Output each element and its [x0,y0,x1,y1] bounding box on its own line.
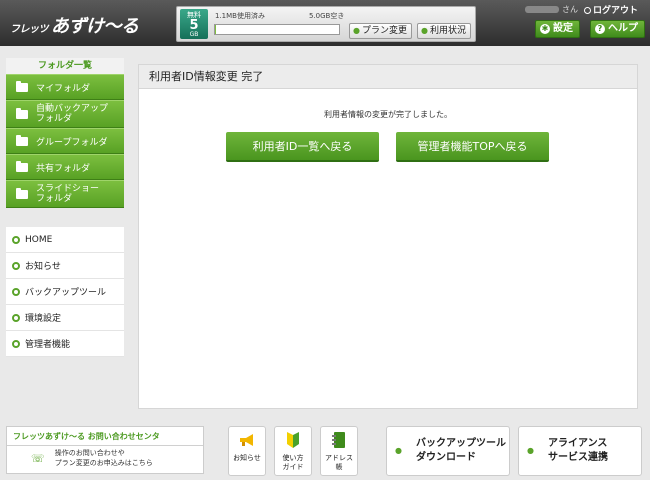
nav-item-environment-settings[interactable]: 環境設定 [6,305,124,331]
folder-label: グループフォルダ [36,137,108,148]
bullet-icon [12,261,20,270]
user-guide-label-2: ガイド [282,463,304,471]
question-icon: ? [595,24,605,34]
nav-item-home[interactable]: HOME [6,227,124,253]
arrow-right-icon: ● [353,26,360,35]
folder-label: 共有フォルダ [36,163,91,174]
alliance-service-text: アライアンス サービス連携 [548,437,608,465]
address-book-icon [332,432,345,448]
plan-change-label: プラン変更 [361,26,407,36]
user-name: さん [525,4,578,15]
logout-link[interactable]: ログアウト [583,3,638,16]
folder-label: マイフォルダ [36,83,91,94]
folder-icon [16,80,28,92]
nav-item-news[interactable]: お知らせ [6,253,124,279]
contact-line-1: 操作のお問い合わせや [54,449,125,457]
address-book-label-1: アドレス [325,454,353,462]
bullet-icon [12,287,20,296]
address-book-label-2: 帳 [335,463,343,471]
alliance-label-2: サービス連携 [547,452,608,463]
bullet-icon: ● [395,446,402,455]
logo-prefix: フレッツ [10,24,49,35]
backup-tool-download-button[interactable]: ● バックアップツール ダウンロード [386,426,510,476]
page-title: 利用者ID情報変更 完了 [139,65,637,89]
nav-item-admin[interactable]: 管理者機能 [6,331,124,357]
back-to-user-list-button[interactable]: 利用者ID一覧へ戻る [226,132,379,162]
contact-center-title: フレッツあずけ〜る お問い合わせセンタ [7,427,203,446]
alliance-label-1: アライアンス [547,438,608,449]
contact-line-2: プラン変更のお申込みはこちら [54,459,153,467]
used-storage-label: 1.1MB使用済み [215,12,265,20]
logout-label: ログアウト [592,6,638,16]
help-button[interactable]: ? ヘルプ [590,20,645,38]
app-logo[interactable]: フレッツ あずけ〜る [10,12,139,38]
backup-tool-label-1: バックアップツール [415,438,506,449]
news-tile[interactable]: お知らせ [228,426,266,476]
contact-center-body: ☏ 操作のお問い合わせや プラン変更のお申込みはこちら [7,446,203,468]
user-guide-tile[interactable]: 使い方 ガイド [274,426,312,476]
settings-button[interactable]: ✱ 設定 [535,20,580,38]
settings-label: 設定 [553,23,573,34]
news-tile-label: お知らせ [233,454,261,462]
plan-badge: 無料 5 GB [180,9,208,39]
nav-label: 管理者機能 [25,340,71,350]
bullet-icon [12,235,20,244]
nav-label: バックアップツール [25,288,107,298]
megaphone-icon [240,434,253,446]
completion-message: 利用者情報の変更が完了しました。 [324,110,452,119]
folder-list: フォルダ一覧 マイフォルダ 自動バックアップ フォルダ グループフォルダ 共有フ… [6,58,124,208]
folder-icon [16,160,28,172]
beginner-mark-icon [287,432,299,448]
alliance-service-button[interactable]: ● アライアンス サービス連携 [518,426,642,476]
redacted-username [525,6,559,13]
folder-item-slideshow[interactable]: スライドショー フォルダ [6,180,124,208]
storage-usage-bar [214,24,340,35]
folder-icon [16,134,28,146]
user-suffix: さん [562,5,578,14]
power-icon [583,7,591,14]
usage-status-button[interactable]: ● 利用状況 [417,23,471,39]
nav-item-backup-tool[interactable]: バックアップツール [6,279,124,305]
plan-change-button[interactable]: ● プラン変更 [349,23,412,39]
back-to-admin-top-button[interactable]: 管理者機能TOPへ戻る [396,132,549,162]
folder-icon [16,107,28,119]
bullet-icon: ● [527,446,534,455]
backup-tool-label-2: ダウンロード [415,452,476,463]
gear-icon: ✱ [540,24,550,34]
backup-tool-download-text: バックアップツール ダウンロード [416,437,506,465]
nav-label: HOME [25,234,53,245]
folder-item-group[interactable]: グループフォルダ [6,128,124,154]
phone-icon: ☏ [31,451,45,465]
plan-unit: GB [189,31,199,38]
contact-center-box[interactable]: フレッツあずけ〜る お問い合わせセンタ ☏ 操作のお問い合わせや プラン変更のお… [6,426,204,474]
folder-list-title: フォルダ一覧 [37,61,92,71]
arrow-right-icon: ● [421,26,428,35]
side-nav: HOME お知らせ バックアップツール 環境設定 管理者機能 [6,227,124,357]
nav-label: お知らせ [25,262,61,272]
bullet-icon [12,313,20,322]
address-book-tile[interactable]: アドレス 帳 [320,426,358,476]
folder-item-shared[interactable]: 共有フォルダ [6,154,124,180]
storage-usage-fill [215,25,216,34]
bullet-icon [12,339,20,348]
main-content: 利用者ID情報変更 完了 利用者情報の変更が完了しました。 利用者ID一覧へ戻る… [138,64,638,409]
top-header: フレッツ あずけ〜る 無料 5 GB 1.1MB使用済み 5.0GB空き ● プラン… [0,0,650,46]
free-storage-label: 5.0GB空き [309,12,345,20]
usage-status-label: 利用状況 [429,26,466,36]
folder-label: 自動バックアップ フォルダ [36,104,109,124]
logo-name: あずけ〜る [51,16,139,37]
folder-label: スライドショー フォルダ [36,184,100,204]
nav-label: 環境設定 [25,314,62,324]
contact-center-text: 操作のお問い合わせや プラン変更のお申込みはこちら [55,448,153,468]
folder-item-my-folder[interactable]: マイフォルダ [6,74,124,100]
folder-icon [16,187,28,199]
folder-item-auto-backup[interactable]: 自動バックアップ フォルダ [6,100,124,128]
storage-status: 無料 5 GB 1.1MB使用済み 5.0GB空き ● プラン変更 ● 利用状況 [176,6,476,42]
help-label: ヘルプ [608,23,638,34]
user-guide-label-1: 使い方 [282,454,304,462]
